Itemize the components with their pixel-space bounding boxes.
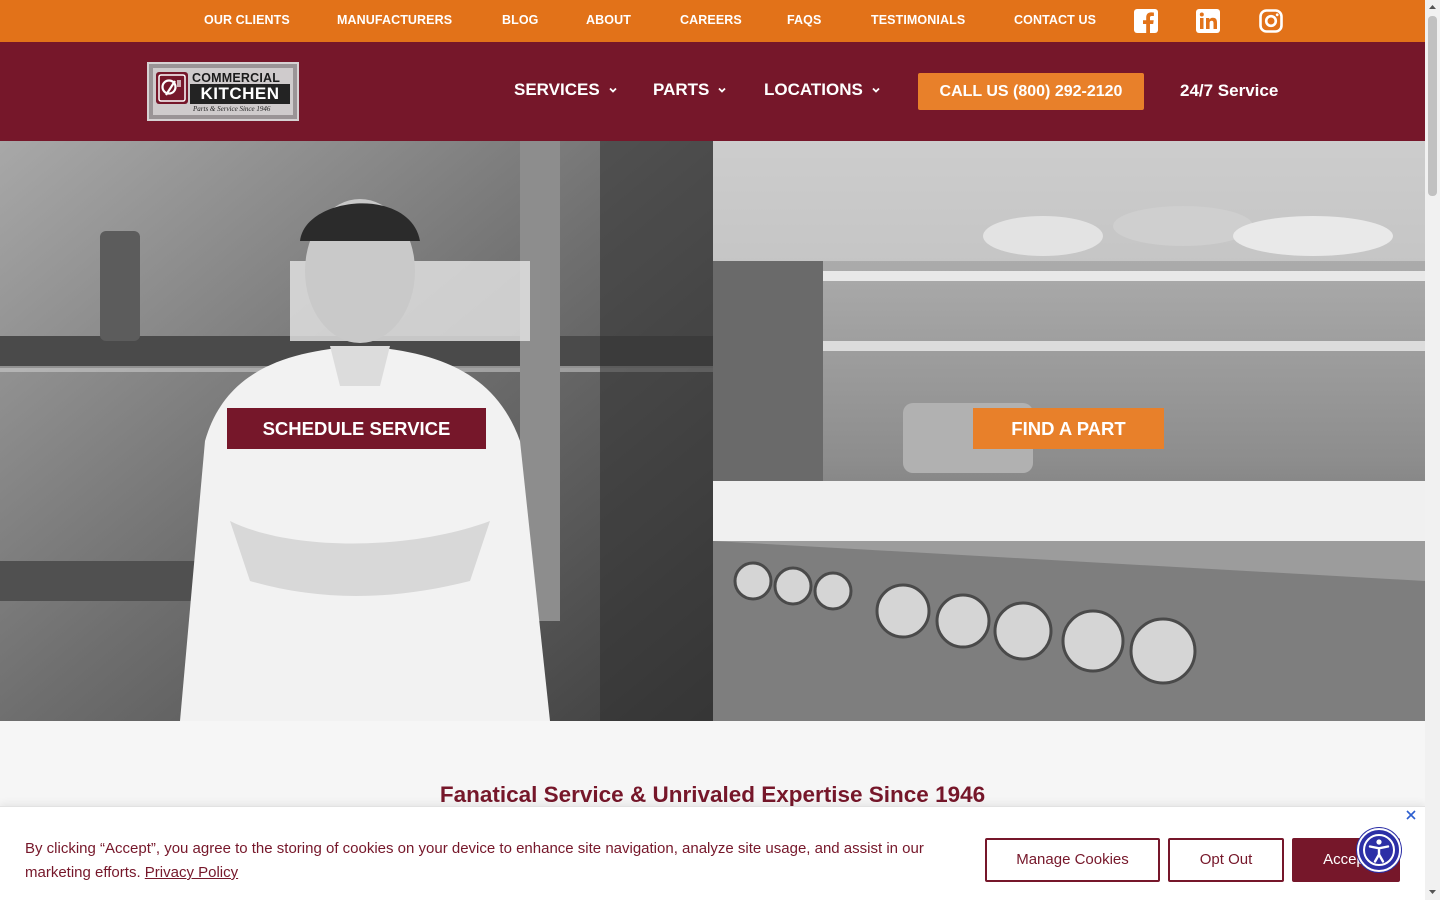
chef-knife-fork-icon [156,72,188,104]
scrollbar-thumb[interactable] [1428,16,1437,196]
topnav-about-link[interactable]: ABOUT [586,13,631,27]
topnav-contact-us-link[interactable]: CONTACT US [1014,13,1096,27]
opt-out-button[interactable]: Opt Out [1168,838,1284,882]
topnav-our-clients-link[interactable]: OUR CLIENTS [204,13,290,27]
logo-plate: COMMERCIAL KITCHEN Parts & Service Since… [153,68,293,115]
nav-services-label: SERVICES [514,80,600,99]
logo-tagline: Parts & Service Since 1946 [193,105,271,113]
chevron-down-icon [609,87,617,93]
nav-parts-label: PARTS [653,80,710,99]
call-us-button[interactable]: CALL US (800) 292-2120 [918,73,1144,110]
topnav-careers-link[interactable]: CAREERS [680,13,742,27]
nav-locations-label: LOCATIONS [764,80,863,99]
topnav-testimonials-link[interactable]: TESTIMONIALS [871,13,965,27]
page-scrollbar[interactable] [1425,0,1440,900]
nav-parts[interactable]: PARTS [653,80,727,100]
nav-services[interactable]: SERVICES [514,80,618,100]
instagram-icon[interactable] [1258,8,1284,34]
hero-chef-panel: SCHEDULE SERVICE [0,141,713,721]
accessibility-widget-button[interactable] [1357,828,1401,872]
scroll-down-arrow-icon[interactable] [1428,887,1437,896]
section-heading: Fanatical Service & Unrivaled Expertise … [439,782,986,807]
service-247-link[interactable]: 24/7 Service [1180,81,1278,101]
topnav-faqs-link[interactable]: FAQS [787,13,821,27]
topnav-blog-link[interactable]: BLOG [502,13,539,27]
linkedin-icon[interactable] [1195,8,1221,34]
hero-kitchen-panel: FIND A PART [713,141,1425,721]
schedule-service-button[interactable]: SCHEDULE SERVICE [227,408,486,449]
nav-locations[interactable]: LOCATIONS [764,80,881,100]
top-utility-bar: OUR CLIENTS MANUFACTURERS BLOG ABOUT CAR… [0,0,1425,42]
privacy-policy-link[interactable]: Privacy Policy [145,864,238,881]
main-header: COMMERCIAL KITCHEN Parts & Service Since… [0,42,1425,141]
chevron-down-icon [718,87,726,93]
commercial-kitchen-logo[interactable]: COMMERCIAL KITCHEN Parts & Service Since… [147,62,299,121]
logo-commercial-text: COMMERCIAL [192,71,281,85]
logo-kitchen-text: KITCHEN [190,84,290,104]
chevron-down-icon [872,87,880,93]
cookie-consent-banner: By clicking “Accept”, you agree to the s… [0,806,1425,900]
cookie-message: By clicking “Accept”, you agree to the s… [25,837,975,885]
find-a-part-button[interactable]: FIND A PART [973,408,1164,449]
topnav-manufacturers-link[interactable]: MANUFACTURERS [337,13,452,27]
close-icon[interactable] [1404,808,1418,822]
accessibility-icon [1363,834,1395,866]
scroll-up-arrow-icon[interactable] [1428,3,1437,12]
manage-cookies-button[interactable]: Manage Cookies [985,838,1160,882]
facebook-icon[interactable] [1133,8,1159,34]
